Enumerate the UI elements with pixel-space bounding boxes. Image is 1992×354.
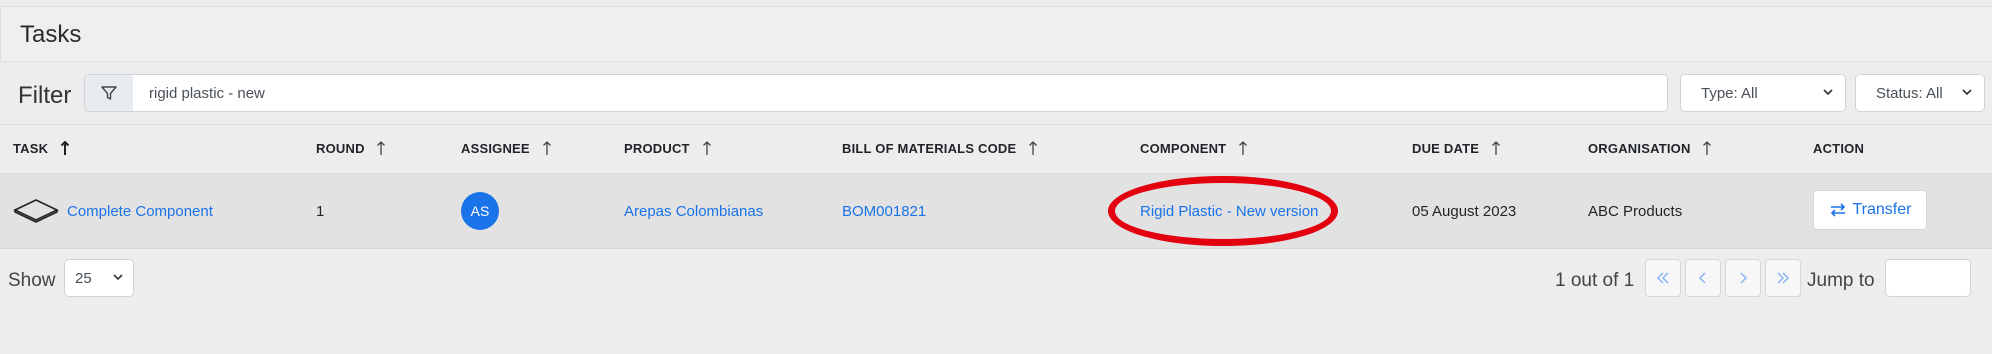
filter-icon — [85, 75, 134, 111]
status-filter-select[interactable]: Status: All — [1855, 74, 1985, 112]
table-row: Complete Component 1 AS Arepas Colombian… — [0, 174, 1992, 249]
filter-input-group — [84, 74, 1668, 112]
filter-search-input[interactable] — [133, 75, 1667, 111]
filter-label: Filter — [18, 82, 72, 109]
product-link[interactable]: Arepas Colombianas — [624, 203, 763, 220]
chevron-down-icon — [1823, 89, 1833, 96]
column-header-organisation[interactable]: ORGANISATION — [1588, 141, 1712, 156]
tasks-page: Tasks Filter Type: All Status: All TASK … — [0, 0, 1992, 354]
tasks-table: TASK ROUND ASSIGNEE PRODUCT BILL OF MATE… — [0, 124, 1992, 249]
component-link[interactable]: Rigid Plastic - New version — [1140, 203, 1318, 220]
column-header-component[interactable]: COMPONENT — [1140, 141, 1248, 156]
transfer-button-label: Transfer — [1852, 201, 1912, 218]
column-label: BILL OF MATERIALS CODE — [842, 141, 1017, 156]
column-header-action: ACTION — [1813, 141, 1864, 156]
pagination-status: 1 out of 1 — [1555, 270, 1635, 291]
avatar[interactable]: AS — [461, 192, 499, 230]
chevron-down-icon — [113, 274, 123, 281]
sort-arrow-icon — [542, 141, 551, 155]
product-cell: Arepas Colombianas — [624, 174, 763, 248]
type-filter-select[interactable]: Type: All — [1680, 74, 1846, 112]
column-label: PRODUCT — [624, 141, 690, 156]
sort-arrow-icon — [702, 141, 711, 155]
bom-code-cell: BOM001821 — [842, 174, 926, 248]
page-size-select[interactable]: 25 — [64, 259, 134, 297]
column-label: ROUND — [316, 141, 365, 156]
sort-arrow-icon — [1239, 141, 1248, 155]
task-link[interactable]: Complete Component — [67, 203, 213, 220]
first-page-icon — [1656, 272, 1669, 284]
transfer-arrows-icon — [1830, 203, 1845, 217]
column-label: TASK — [13, 141, 49, 156]
jump-to-label: Jump to — [1807, 270, 1875, 291]
due-date-cell: 05 August 2023 — [1412, 202, 1517, 220]
next-page-icon — [1740, 272, 1748, 284]
task-cell: Complete Component — [13, 174, 213, 248]
assignee-cell: AS — [461, 174, 499, 248]
filter-bar: Filter Type: All Status: All — [0, 64, 1992, 120]
status-filter-value: Status: All — [1876, 84, 1943, 102]
sort-arrow-icon — [1703, 141, 1712, 155]
column-label: COMPONENT — [1140, 141, 1227, 156]
show-label: Show — [8, 270, 56, 291]
sort-arrow-icon — [1491, 141, 1500, 155]
jump-to-input[interactable] — [1885, 259, 1971, 297]
sort-arrow-icon — [1029, 141, 1038, 155]
next-page-button[interactable] — [1725, 259, 1761, 297]
chevron-down-icon — [1962, 89, 1972, 96]
previous-page-button[interactable] — [1685, 259, 1721, 297]
sort-arrow-icon — [377, 141, 386, 155]
page-header: Tasks — [0, 6, 1992, 62]
transfer-button[interactable]: Transfer — [1813, 190, 1927, 230]
column-header-assignee[interactable]: ASSIGNEE — [461, 141, 552, 156]
sort-arrow-icon — [60, 141, 70, 155]
table-footer: Show 25 1 out of 1 Jump to — [0, 256, 1992, 302]
table-header: TASK ROUND ASSIGNEE PRODUCT BILL OF MATE… — [0, 124, 1992, 174]
column-label: ORGANISATION — [1588, 141, 1691, 156]
task-shape-icon — [13, 199, 59, 223]
prev-page-icon — [1698, 272, 1706, 284]
column-label: ASSIGNEE — [461, 141, 530, 156]
column-header-round[interactable]: ROUND — [316, 141, 386, 156]
column-header-task[interactable]: TASK — [13, 141, 70, 156]
type-filter-value: Type: All — [1701, 84, 1758, 102]
organisation-cell: ABC Products — [1588, 202, 1683, 220]
column-header-product[interactable]: PRODUCT — [624, 141, 712, 156]
page-title: Tasks — [20, 21, 82, 48]
bom-code-link[interactable]: BOM001821 — [842, 203, 926, 220]
last-page-button[interactable] — [1765, 259, 1801, 297]
component-cell: Rigid Plastic - New version — [1140, 174, 1318, 248]
column-header-due-date[interactable]: DUE DATE — [1412, 141, 1501, 156]
column-header-bom-code[interactable]: BILL OF MATERIALS CODE — [842, 141, 1038, 156]
column-label: ACTION — [1813, 141, 1865, 156]
first-page-button[interactable] — [1645, 259, 1681, 297]
column-label: DUE DATE — [1412, 141, 1480, 156]
round-cell: 1 — [316, 202, 325, 220]
page-size-value: 25 — [75, 269, 92, 287]
last-page-icon — [1777, 272, 1790, 284]
